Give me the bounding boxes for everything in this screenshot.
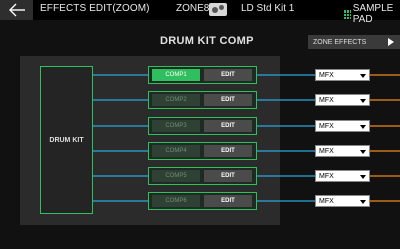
- screen-title: EFFECTS EDIT(ZOOM): [40, 3, 150, 14]
- comp5-edit-button[interactable]: EDIT: [204, 170, 252, 182]
- output-select-4[interactable]: MFX: [315, 145, 370, 157]
- back-arrow-icon: [8, 3, 25, 17]
- output-select-1[interactable]: MFX: [315, 69, 370, 81]
- play-arrow-icon: [388, 38, 394, 46]
- comp-row-2: COMP2 EDIT: [148, 91, 257, 109]
- comp2-edit-button[interactable]: EDIT: [204, 94, 252, 106]
- page-title: DRUM KIT COMP: [160, 35, 254, 47]
- output-select-2[interactable]: MFX: [315, 94, 370, 106]
- dropdown-arrow-icon: [360, 175, 366, 179]
- dropdown-arrow-icon: [360, 99, 366, 103]
- output-select-6[interactable]: MFX: [315, 195, 370, 207]
- output-select-2-value: MFX: [319, 96, 334, 104]
- output-select-6-value: MFX: [319, 197, 334, 205]
- output-select-5-value: MFX: [319, 172, 334, 180]
- kit-name: LD Std Kit 1: [241, 3, 295, 14]
- drum-kit-label: DRUM KIT: [49, 136, 84, 144]
- dropdown-arrow-icon: [360, 150, 366, 154]
- output-select-1-value: MFX: [319, 71, 334, 79]
- comp6-edit-button[interactable]: EDIT: [204, 195, 252, 207]
- comp3-edit-button[interactable]: EDIT: [204, 120, 252, 132]
- comp1-button[interactable]: COMP1: [152, 69, 200, 81]
- sample-pad-button[interactable]: SAMPLE PAD: [344, 3, 400, 25]
- zone-effects-button[interactable]: ZONE EFFECTS: [308, 35, 400, 49]
- zone-effects-label: ZONE EFFECTS: [313, 38, 367, 46]
- comp4-button[interactable]: COMP4: [152, 145, 200, 157]
- sample-pad-label: SAMPLE PAD: [352, 3, 394, 25]
- comp-row-6: COMP6 EDIT: [148, 192, 257, 210]
- comp2-button[interactable]: COMP2: [152, 94, 200, 106]
- output-select-4-value: MFX: [319, 147, 334, 155]
- dropdown-arrow-icon: [360, 125, 366, 129]
- output-select-3-value: MFX: [319, 122, 334, 130]
- comp1-edit-button[interactable]: EDIT: [204, 69, 252, 81]
- comp5-button[interactable]: COMP5: [152, 170, 200, 182]
- top-bar: EFFECTS EDIT(ZOOM) ZONE8 LD Std Kit 1 SA…: [0, 0, 400, 25]
- comp-row-1: COMP1 EDIT: [148, 66, 257, 84]
- comp4-edit-button[interactable]: EDIT: [204, 145, 252, 157]
- dropdown-arrow-icon: [360, 74, 366, 78]
- comp6-button[interactable]: COMP6: [152, 195, 200, 207]
- drum-kit-icon: [209, 3, 227, 16]
- comp3-button[interactable]: COMP3: [152, 120, 200, 132]
- drum-kit-block: DRUM KIT: [40, 66, 93, 214]
- zone-label: ZONE8: [176, 3, 210, 14]
- comp-row-4: COMP4 EDIT: [148, 142, 257, 160]
- pad-grid-icon: [344, 9, 351, 19]
- comp-row-3: COMP3 EDIT: [148, 117, 257, 135]
- output-select-5[interactable]: MFX: [315, 170, 370, 182]
- dropdown-arrow-icon: [360, 200, 366, 204]
- comp-row-5: COMP5 EDIT: [148, 167, 257, 185]
- output-select-3[interactable]: MFX: [315, 120, 370, 132]
- back-button[interactable]: [0, 0, 33, 20]
